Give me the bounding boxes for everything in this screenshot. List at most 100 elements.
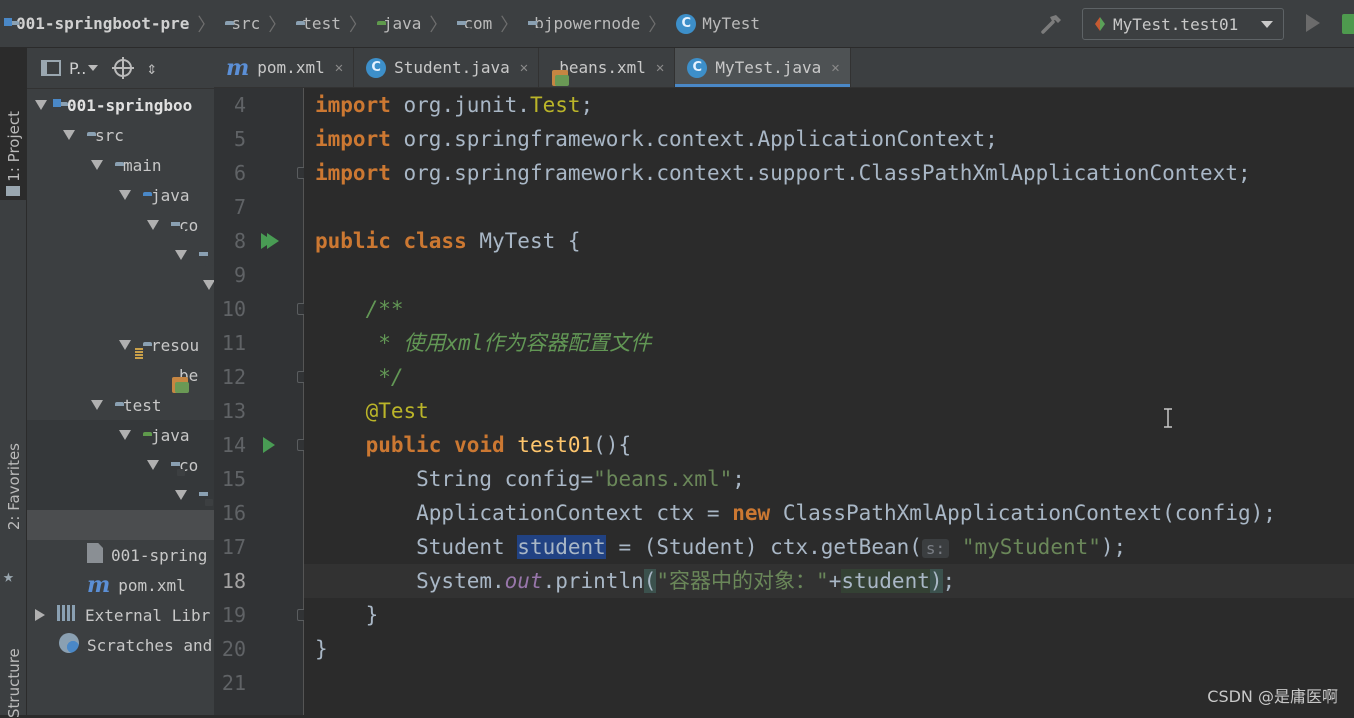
code-line[interactable] xyxy=(304,190,1354,224)
chevron-down-icon[interactable] xyxy=(88,65,99,71)
expand-arrow-icon[interactable] xyxy=(119,340,131,350)
code-token: MyTest { xyxy=(479,229,581,253)
tree-item-label: pom.xml xyxy=(118,575,186,595)
code-line[interactable]: import org.springframework.context.Appli… xyxy=(304,122,1354,156)
code-line[interactable]: */ xyxy=(304,360,1354,394)
tree-item[interactable]: be xyxy=(27,360,214,390)
code-line[interactable]: import org.junit.Test; xyxy=(304,88,1354,122)
locate-target-icon[interactable] xyxy=(112,57,135,79)
line-number: 16 xyxy=(221,501,246,525)
tree-item[interactable]: co xyxy=(27,450,214,480)
tree-item[interactable]: src xyxy=(27,120,214,150)
close-icon[interactable]: ✕ xyxy=(831,60,839,76)
code-line[interactable]: Student student = (Student) ctx.getBean(… xyxy=(304,530,1354,564)
expand-arrow-icon[interactable] xyxy=(147,220,159,230)
watermark: CSDN @是庸医啊 xyxy=(1207,687,1338,706)
code-line[interactable]: @Test xyxy=(304,394,1354,428)
expand-arrow-icon[interactable] xyxy=(175,250,187,260)
editor-tab[interactable]: beans.xml ✕ xyxy=(539,48,676,87)
collapse-arrow-icon[interactable] xyxy=(35,609,45,621)
code-line[interactable]: } xyxy=(304,598,1354,632)
editor-tab[interactable]: C Student.java ✕ xyxy=(354,48,540,87)
breadcrumb-item[interactable]: test 〉 xyxy=(286,0,367,48)
code-line[interactable]: /** xyxy=(304,292,1354,326)
expand-arrow-icon[interactable] xyxy=(119,190,131,200)
project-view-selector[interactable]: P.. xyxy=(69,59,86,78)
code-token: ; xyxy=(942,569,956,593)
code-line[interactable]: * 使用xml作为容器配置文件 xyxy=(304,326,1354,360)
breadcrumb-label: src xyxy=(231,14,261,33)
breadcrumb-label: MyTest xyxy=(702,14,761,33)
tree-item[interactable] xyxy=(27,510,214,540)
editor-tab[interactable]: C MyTest.java ✕ xyxy=(675,48,851,87)
tree-item-label: Scratches and xyxy=(87,635,213,655)
close-icon[interactable]: ✕ xyxy=(656,60,664,76)
expand-arrow-icon[interactable] xyxy=(175,490,187,500)
tool-tab-structure[interactable]: Structure xyxy=(0,618,27,718)
breadcrumb-item[interactable]: C MyTest xyxy=(666,0,760,48)
breadcrumb-item[interactable]: bjpowernode 〉 xyxy=(518,0,666,48)
code-line[interactable]: public void test01(){ xyxy=(304,428,1354,462)
tree-item[interactable]: 001-spring xyxy=(27,540,214,570)
build-hammer-icon[interactable] xyxy=(1040,12,1064,36)
tree-item[interactable]: test xyxy=(27,390,214,420)
debug-icon[interactable] xyxy=(1342,14,1354,34)
code-token: ; xyxy=(732,467,745,491)
expand-arrow-icon[interactable] xyxy=(119,430,131,440)
line-number: 19 xyxy=(221,603,246,627)
code-line[interactable]: import org.springframework.context.suppo… xyxy=(304,156,1354,190)
tree-item-label: 001-springboo xyxy=(67,95,193,115)
expand-arrow-icon[interactable] xyxy=(63,130,75,140)
close-icon[interactable]: ✕ xyxy=(520,60,528,76)
tree-item-label: java xyxy=(151,425,190,445)
breadcrumb-item[interactable]: 001-springboot-pre 〉 xyxy=(0,0,215,48)
tree-item[interactable] xyxy=(27,480,214,510)
code-line[interactable]: public class MyTest { xyxy=(304,224,1354,258)
line-number: 14 xyxy=(221,433,246,457)
expand-arrow-icon[interactable] xyxy=(91,400,103,410)
tree-item[interactable]: resou xyxy=(27,330,214,360)
tree-item[interactable]: java xyxy=(27,180,214,210)
code-token: @Test xyxy=(315,399,429,423)
breadcrumb-item[interactable]: src 〉 xyxy=(215,0,286,48)
editor-tab[interactable]: m pom.xml ✕ xyxy=(214,48,355,87)
expand-arrow-icon[interactable] xyxy=(35,100,47,110)
breadcrumb-item[interactable]: com 〉 xyxy=(447,0,518,48)
code-token: System. xyxy=(315,569,505,593)
code-token: } xyxy=(315,637,328,661)
run-class-icon[interactable] xyxy=(267,233,279,249)
tool-tab-project[interactable]: 1: Project xyxy=(0,48,27,200)
tree-item[interactable]: java xyxy=(27,420,214,450)
run-configuration-selector[interactable]: MyTest.test01 xyxy=(1082,8,1284,40)
tree-item[interactable]: m pom.xml xyxy=(27,570,214,600)
breadcrumb-item[interactable]: java 〉 xyxy=(367,0,448,48)
code-line[interactable]: } xyxy=(304,632,1354,666)
code-editor[interactable]: import org.junit.Test; import org.springf… xyxy=(304,88,1354,715)
code-line[interactable] xyxy=(304,666,1354,700)
run-icon[interactable] xyxy=(1306,14,1320,32)
editor-tab-bar: m pom.xml ✕ C Student.java ✕ beans.xml ✕ C MyTest… xyxy=(214,48,1354,88)
tree-item[interactable]: 001-springboo xyxy=(27,90,214,120)
code-token: /** xyxy=(315,297,404,321)
tree-item[interactable]: co xyxy=(27,210,214,240)
collapse-all-icon[interactable]: ⇕ xyxy=(146,58,157,79)
tree-item[interactable]: External Libr xyxy=(27,600,214,630)
tree-item[interactable] xyxy=(27,240,214,270)
tree-item[interactable]: Scratches and xyxy=(27,630,214,660)
tree-item[interactable] xyxy=(27,300,214,330)
code-line[interactable]: String config="beans.xml"; xyxy=(304,462,1354,496)
tree-item[interactable] xyxy=(27,270,214,300)
tree-item[interactable]: main xyxy=(27,150,214,180)
line-number: 11 xyxy=(221,331,246,355)
run-test-icon[interactable] xyxy=(263,437,275,453)
expand-arrow-icon[interactable] xyxy=(203,280,214,290)
code-line[interactable]: System.out.println("容器中的对象："+student); xyxy=(304,564,1354,598)
code-token: "容器中的对象：" xyxy=(656,569,829,593)
close-icon[interactable]: ✕ xyxy=(335,60,343,76)
expand-arrow-icon[interactable] xyxy=(91,160,103,170)
expand-arrow-icon[interactable] xyxy=(147,460,159,470)
line-number: 4 xyxy=(233,93,246,117)
code-line[interactable]: ApplicationContext ctx = new ClassPathXm… xyxy=(304,496,1354,530)
code-line[interactable] xyxy=(304,258,1354,292)
line-number: 17 xyxy=(221,535,246,559)
